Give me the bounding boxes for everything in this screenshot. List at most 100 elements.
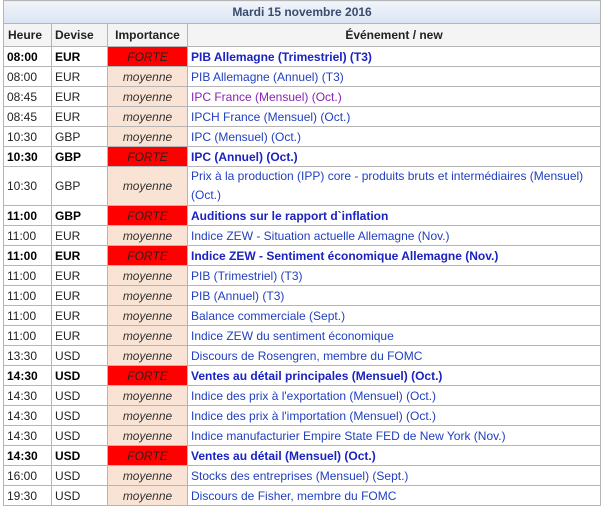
row-currency: EUR: [51, 325, 108, 346]
row-currency: EUR: [51, 106, 108, 127]
row-currency: GBP: [51, 146, 108, 167]
header-time: Heure: [3, 23, 52, 47]
importance-badge: moyenne: [107, 265, 188, 286]
event-link[interactable]: Indice manufacturier Empire State FED de…: [186, 425, 602, 446]
importance-badge: moyenne: [107, 465, 188, 486]
importance-badge: FORTE: [107, 445, 188, 466]
table-row: 11:00 EUR FORTE Indice ZEW - Sentiment écon…: [3, 245, 602, 266]
table-row: 14:30 USD FORTE Ventes au détail principale…: [3, 365, 602, 386]
importance-badge: moyenne: [107, 405, 188, 426]
row-currency: EUR: [51, 225, 108, 246]
row-currency: USD: [51, 405, 108, 426]
row-time: 14:30: [3, 425, 52, 446]
importance-badge: FORTE: [107, 245, 188, 266]
event-link[interactable]: Balance commerciale (Sept.): [186, 305, 602, 326]
row-currency: USD: [51, 465, 108, 486]
event-link[interactable]: Indice ZEW - Sentiment économique Allema…: [186, 245, 602, 266]
table-row: 11:00 GBP FORTE Auditions sur le rapport d`…: [3, 205, 602, 226]
row-time: 10:30: [3, 166, 52, 206]
importance-badge: moyenne: [107, 285, 188, 306]
event-link[interactable]: Ventes au détail (Mensuel) (Oct.): [186, 445, 602, 466]
row-time: 19:30: [3, 485, 52, 506]
event-link[interactable]: Prix à la production (IPP) core - produi…: [186, 166, 602, 206]
row-time: 11:00: [3, 285, 52, 306]
row-currency: EUR: [51, 66, 108, 87]
row-currency: USD: [51, 445, 108, 466]
row-time: 08:00: [3, 46, 52, 67]
row-time: 10:30: [3, 146, 52, 167]
row-time: 14:30: [3, 445, 52, 466]
event-link[interactable]: PIB (Annuel) (T3): [186, 285, 602, 306]
date-title-row: Mardi 15 novembre 2016: [2, 0, 602, 24]
table-row: 11:00 EUR moyenne Indice ZEW - Situation ac…: [3, 225, 602, 246]
row-time: 11:00: [3, 325, 52, 346]
event-link[interactable]: Indice ZEW du sentiment économique: [186, 325, 602, 346]
importance-badge: moyenne: [107, 225, 188, 246]
row-currency: USD: [51, 485, 108, 506]
row-currency: EUR: [51, 305, 108, 326]
table-row: 14:30 USD moyenne Indice manufacturier Empi…: [3, 425, 602, 446]
table-row: 11:00 EUR moyenne Balance commerciale (Sept…: [3, 305, 602, 326]
importance-badge: FORTE: [107, 365, 188, 386]
table-row: 10:30 GBP moyenne IPC (Mensuel) (Oct.): [3, 126, 602, 147]
importance-badge: moyenne: [107, 86, 188, 107]
importance-badge: FORTE: [107, 146, 188, 167]
header-event: Événement / new: [186, 23, 602, 47]
calendar-table: Mardi 15 novembre 2016 Heure Devise Impo…: [2, 0, 602, 506]
row-currency: USD: [51, 365, 108, 386]
event-link[interactable]: Stocks des entreprises (Mensuel) (Sept.): [186, 465, 602, 486]
table-row: 10:30 GBP moyenne Prix à la production (IPP…: [3, 166, 602, 206]
table-row: 13:30 USD moyenne Discours de Rosengren, me…: [3, 345, 602, 366]
importance-badge: FORTE: [107, 205, 188, 226]
row-currency: EUR: [51, 86, 108, 107]
row-time: 14:30: [3, 365, 52, 386]
table-row: 11:00 EUR moyenne PIB (Annuel) (T3): [3, 285, 602, 306]
event-link[interactable]: Indice ZEW - Situation actuelle Allemagn…: [186, 225, 602, 246]
row-time: 11:00: [3, 265, 52, 286]
event-link[interactable]: IPCH France (Mensuel) (Oct.): [186, 106, 602, 127]
table-row: 16:00 USD moyenne Stocks des entreprises (M…: [3, 465, 602, 486]
table-row: 08:45 EUR moyenne IPCH France (Mensuel) (Oc…: [3, 106, 602, 127]
importance-badge: moyenne: [107, 485, 188, 506]
table-row: 10:30 GBP FORTE IPC (Annuel) (Oct.): [3, 146, 602, 167]
table-row: 19:30 USD moyenne Discours de Fisher, membr…: [3, 485, 602, 506]
event-link[interactable]: Indice des prix à l'importation (Mensuel…: [186, 405, 602, 426]
event-link[interactable]: Discours de Rosengren, membre du FOMC: [186, 345, 602, 366]
event-link[interactable]: IPC (Annuel) (Oct.): [186, 146, 602, 167]
event-link[interactable]: Indice des prix à l'exportation (Mensuel…: [186, 385, 602, 406]
importance-badge: moyenne: [107, 325, 188, 346]
row-time: 08:00: [3, 66, 52, 87]
header-row: Heure Devise Importance Événement / new: [3, 23, 602, 47]
economic-calendar: Mardi 15 novembre 2016 Heure Devise Impo…: [0, 0, 603, 515]
event-link[interactable]: Discours de Fisher, membre du FOMC: [186, 485, 602, 506]
event-link[interactable]: Auditions sur le rapport d`inflation: [186, 205, 602, 226]
table-row: 14:30 USD FORTE Ventes au détail (Mensuel) …: [3, 445, 602, 466]
importance-badge: FORTE: [107, 46, 188, 67]
row-time: 13:30: [3, 345, 52, 366]
row-currency: GBP: [51, 166, 108, 206]
table-row: 08:00 EUR FORTE PIB Allemagne (Trimestriel)…: [3, 46, 602, 67]
event-link[interactable]: PIB Allemagne (Annuel) (T3): [186, 66, 602, 87]
table-row: 08:45 EUR moyenne IPC France (Mensuel) (Oct…: [3, 86, 602, 107]
importance-badge: moyenne: [107, 166, 188, 206]
table-row: 14:30 USD moyenne Indice des prix à l'impor…: [3, 405, 602, 426]
event-link[interactable]: IPC France (Mensuel) (Oct.): [186, 86, 602, 107]
importance-badge: moyenne: [107, 425, 188, 446]
row-currency: EUR: [51, 285, 108, 306]
row-time: 11:00: [3, 305, 52, 326]
row-time: 11:00: [3, 225, 52, 246]
event-link[interactable]: PIB (Trimestriel) (T3): [186, 265, 602, 286]
table-row: 14:30 USD moyenne Indice des prix à l'expor…: [3, 385, 602, 406]
header-importance: Importance: [107, 23, 188, 47]
importance-badge: moyenne: [107, 66, 188, 87]
importance-badge: moyenne: [107, 385, 188, 406]
row-time: 11:00: [3, 205, 52, 226]
event-link[interactable]: Ventes au détail principales (Mensuel) (…: [186, 365, 602, 386]
event-link[interactable]: PIB Allemagne (Trimestriel) (T3): [186, 46, 602, 67]
row-currency: EUR: [51, 46, 108, 67]
event-link[interactable]: IPC (Mensuel) (Oct.): [186, 126, 602, 147]
row-time: 16:00: [3, 465, 52, 486]
row-currency: USD: [51, 385, 108, 406]
row-currency: USD: [51, 345, 108, 366]
row-currency: GBP: [51, 126, 108, 147]
